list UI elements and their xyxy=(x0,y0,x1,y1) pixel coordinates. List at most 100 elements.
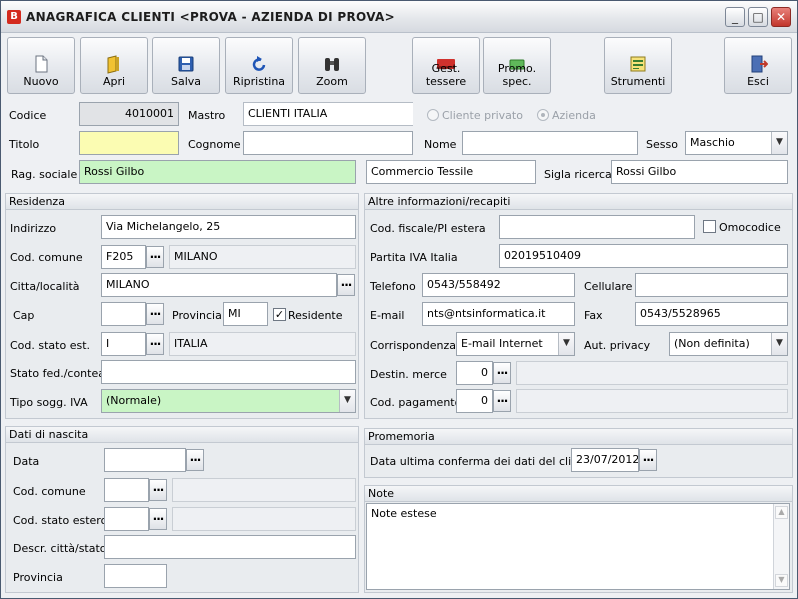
ripristina-button[interactable]: Ripristina xyxy=(225,37,293,94)
stato-fed-field[interactable] xyxy=(101,360,356,384)
fax-label: Fax xyxy=(584,309,603,322)
cod-stato-lookup-button[interactable]: ... xyxy=(146,333,164,355)
sesso-select[interactable]: Maschio ▼ xyxy=(685,131,788,155)
destin-merce-label: Destin. merce xyxy=(370,368,447,381)
minimize-button[interactable]: _ xyxy=(725,7,745,27)
nascita-data-picker-button[interactable]: ... xyxy=(186,449,204,471)
cod-fiscale-field[interactable] xyxy=(499,215,695,239)
citta-lookup-button[interactable]: ... xyxy=(337,274,355,296)
email-label: E-mail xyxy=(370,309,405,322)
title-bar[interactable]: B ANAGRAFICA CLIENTI <PROVA - AZIENDA DI… xyxy=(1,1,797,33)
nuovo-button[interactable]: Nuovo xyxy=(7,37,75,94)
apri-button[interactable]: Apri xyxy=(80,37,148,94)
toolbar: Nuovo Apri Salva Ripristina Zoom Gest. t… xyxy=(1,35,797,97)
cliente-privato-radio[interactable] xyxy=(427,109,439,121)
omocodice-label: Omocodice xyxy=(719,221,781,234)
window-title: ANAGRAFICA CLIENTI <PROVA - AZIENDA DI P… xyxy=(26,10,395,24)
strumenti-button[interactable]: Strumenti xyxy=(604,37,672,94)
rag-sociale-field[interactable]: Rossi Gilbo xyxy=(79,160,356,184)
nascita-title: Dati di nascita xyxy=(6,427,358,443)
destin-merce-lookup-button[interactable]: ... xyxy=(493,362,511,384)
esci-button[interactable]: Esci xyxy=(724,37,792,94)
codice-field[interactable]: 4010001 xyxy=(79,102,179,126)
nascita-descr-field[interactable] xyxy=(104,535,356,559)
nascita-cod-comune-field[interactable] xyxy=(104,478,149,502)
cap-lookup-button[interactable]: ... xyxy=(146,303,164,325)
gest-tessere-button[interactable]: Gest. tessere xyxy=(412,37,480,94)
codice-label: Codice xyxy=(9,109,47,122)
conferma-date-field[interactable]: 23/07/2012 xyxy=(571,448,639,472)
cap-field[interactable] xyxy=(101,302,146,326)
scroll-up-icon[interactable]: ▲ xyxy=(775,506,788,519)
zoom-label: Zoom xyxy=(316,75,348,88)
nascita-cod-stato-lookup-button[interactable]: ... xyxy=(149,508,167,530)
cod-pagamento-field[interactable]: 0 xyxy=(456,389,493,413)
cellulare-label: Cellulare xyxy=(584,280,633,293)
cliente-privato-label: Cliente privato xyxy=(442,109,523,122)
residente-checkbox[interactable]: ✓ xyxy=(273,308,286,321)
nascita-provincia-label: Provincia xyxy=(13,571,63,584)
mastro-field[interactable]: CLIENTI ITALIA xyxy=(243,102,413,126)
cod-stato-label: Cod. stato est. xyxy=(10,339,91,352)
piva-field[interactable]: 02019510409 xyxy=(499,244,788,268)
nome-label: Nome xyxy=(424,138,457,151)
cognome-label: Cognome xyxy=(188,138,241,151)
cellulare-field[interactable] xyxy=(635,273,788,297)
nascita-provincia-field[interactable] xyxy=(104,564,167,588)
close-button[interactable]: ✕ xyxy=(771,7,791,27)
esci-label: Esci xyxy=(747,75,769,88)
fax-field[interactable]: 0543/5528965 xyxy=(635,302,788,326)
nascita-cod-comune-lookup-button[interactable]: ... xyxy=(149,479,167,501)
note-scrollbar[interactable]: ▲ ▼ xyxy=(773,504,789,589)
chevron-down-icon[interactable]: ▼ xyxy=(339,390,355,412)
chevron-down-icon[interactable]: ▼ xyxy=(771,132,787,154)
app-logo-icon: B xyxy=(7,10,21,24)
tipo-iva-select[interactable]: (Normale) ▼ xyxy=(101,389,356,413)
rag-sociale-2-field[interactable]: Commercio Tessile xyxy=(366,160,536,184)
email-field[interactable]: nts@ntsinformatica.it xyxy=(422,302,575,326)
promo-spec-button[interactable]: Promo. spec. xyxy=(483,37,551,94)
nascita-cod-stato-field[interactable] xyxy=(104,507,149,531)
sigla-ricerca-field[interactable]: Rossi Gilbo xyxy=(611,160,788,184)
promo-spec-label: Promo. spec. xyxy=(497,62,537,88)
residente-label: Residente xyxy=(288,309,343,322)
provincia-field[interactable]: MI xyxy=(223,302,268,326)
sesso-value: Maschio xyxy=(690,136,735,149)
piva-label: Partita IVA Italia xyxy=(370,251,458,264)
cod-pagamento-lookup-button[interactable]: ... xyxy=(493,390,511,412)
privacy-select[interactable]: (Non definita) ▼ xyxy=(669,332,788,356)
conferma-label: Data ultima conferma dei dati del client… xyxy=(370,455,596,468)
scroll-down-icon[interactable]: ▼ xyxy=(775,574,788,587)
indirizzo-field[interactable]: Via Michelangelo, 25 xyxy=(101,215,356,239)
strumenti-label: Strumenti xyxy=(610,75,666,88)
maximize-button[interactable]: □ xyxy=(748,7,768,27)
omocodice-checkbox[interactable] xyxy=(703,220,716,233)
citta-label: Citta/località xyxy=(10,280,80,293)
gest-tessere-label: Gest. tessere xyxy=(425,62,467,88)
nascita-data-field[interactable] xyxy=(104,448,186,472)
privacy-value: (Non definita) xyxy=(674,337,750,350)
nascita-stato-name xyxy=(172,507,356,531)
note-textarea[interactable]: Note estese ▲ ▼ xyxy=(366,503,790,590)
salva-button[interactable]: Salva xyxy=(152,37,220,94)
nome-field[interactable] xyxy=(462,131,638,155)
conferma-date-picker-button[interactable]: ... xyxy=(639,449,657,471)
cod-comune-field[interactable]: F205 xyxy=(101,245,146,269)
telefono-field[interactable]: 0543/558492 xyxy=(422,273,575,297)
titolo-label: Titolo xyxy=(9,138,40,151)
chevron-down-icon[interactable]: ▼ xyxy=(771,333,787,355)
azienda-radio[interactable] xyxy=(537,109,549,121)
cognome-field[interactable] xyxy=(243,131,413,155)
chevron-down-icon[interactable]: ▼ xyxy=(558,333,574,355)
cod-comune-label: Cod. comune xyxy=(10,251,83,264)
cod-stato-field[interactable]: I xyxy=(101,332,146,356)
cod-fiscale-label: Cod. fiscale/PI estera xyxy=(370,222,486,235)
corrispondenza-select[interactable]: E-mail Internet ▼ xyxy=(456,332,575,356)
cod-comune-lookup-button[interactable]: ... xyxy=(146,246,164,268)
citta-field[interactable]: MILANO xyxy=(101,273,337,297)
tools-list-icon xyxy=(630,56,646,72)
destin-merce-field[interactable]: 0 xyxy=(456,361,493,385)
zoom-button[interactable]: Zoom xyxy=(298,37,366,94)
titolo-field[interactable] xyxy=(79,131,179,155)
telefono-label: Telefono xyxy=(370,280,416,293)
